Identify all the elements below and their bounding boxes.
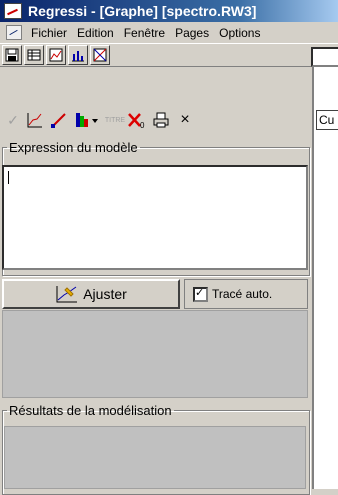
colors-dropdown-button[interactable]: [72, 109, 102, 131]
parameters-area: [2, 310, 308, 398]
line-tool-icon: [51, 113, 66, 128]
print-button[interactable]: [150, 109, 172, 131]
checkmark-icon: ✓: [7, 111, 19, 128]
results-legend: Résultats de la modélisation: [9, 403, 172, 418]
fit-curve-icon: [56, 286, 78, 303]
menu-fichier[interactable]: Fichier: [26, 26, 72, 40]
line-graph-icon: [49, 48, 63, 62]
trace-auto-checkbox-row[interactable]: Tracé auto.: [184, 279, 308, 309]
trace-auto-label: Tracé auto.: [212, 287, 273, 301]
axes-curve-icon: [27, 113, 42, 128]
toolbar-combo[interactable]: [311, 47, 338, 67]
crossed-graph-icon: [93, 48, 107, 62]
curve-selector-field[interactable]: Cu: [316, 110, 338, 130]
title-bar[interactable]: Regressi - [Graphe] [spectro.RW3]: [0, 0, 338, 22]
save-button[interactable]: [2, 45, 22, 65]
menu-options[interactable]: Options: [214, 26, 265, 40]
model-expression-input[interactable]: [2, 165, 308, 270]
ajuster-button[interactable]: Ajuster: [2, 279, 180, 309]
validate-button[interactable]: ✓: [2, 109, 24, 131]
ajuster-label: Ajuster: [83, 286, 127, 302]
title-button[interactable]: TITRE: [104, 109, 126, 131]
floppy-disk-icon: [5, 48, 19, 62]
trace-auto-checkbox[interactable]: [193, 286, 208, 302]
menu-pages[interactable]: Pages: [170, 26, 214, 40]
svg-text:0: 0: [140, 121, 145, 129]
menu-edition[interactable]: Edition: [72, 26, 119, 40]
app-icon: [4, 3, 22, 19]
table-view-button[interactable]: [24, 45, 44, 65]
statistics-button[interactable]: [90, 45, 110, 65]
close-panel-button[interactable]: ×: [174, 109, 196, 131]
histogram-button[interactable]: [68, 45, 88, 65]
model-expression-legend: Expression du modèle: [9, 140, 138, 155]
graph-area[interactable]: [312, 67, 338, 489]
close-icon: ×: [180, 111, 190, 128]
table-icon: [27, 49, 41, 61]
colors-chart-icon: [76, 113, 98, 127]
title-text-icon: TITRE: [104, 116, 126, 124]
clear-origin-button[interactable]: 0: [126, 109, 148, 131]
draw-line-button[interactable]: [48, 109, 70, 131]
bar-chart-icon: [72, 51, 84, 62]
menu-bar: Fichier Edition Fenêtre Pages Options: [0, 22, 338, 43]
window-title: Regressi - [Graphe] [spectro.RW3]: [28, 3, 257, 19]
menu-fenetre[interactable]: Fenêtre: [119, 26, 170, 40]
x-zero-icon: 0: [128, 113, 145, 129]
document-graph-icon[interactable]: [6, 25, 22, 40]
graph-view-button[interactable]: [46, 45, 66, 65]
printer-icon: [153, 112, 169, 128]
text-caret: [8, 171, 9, 184]
results-area: [4, 426, 306, 489]
axes-button[interactable]: [24, 109, 46, 131]
